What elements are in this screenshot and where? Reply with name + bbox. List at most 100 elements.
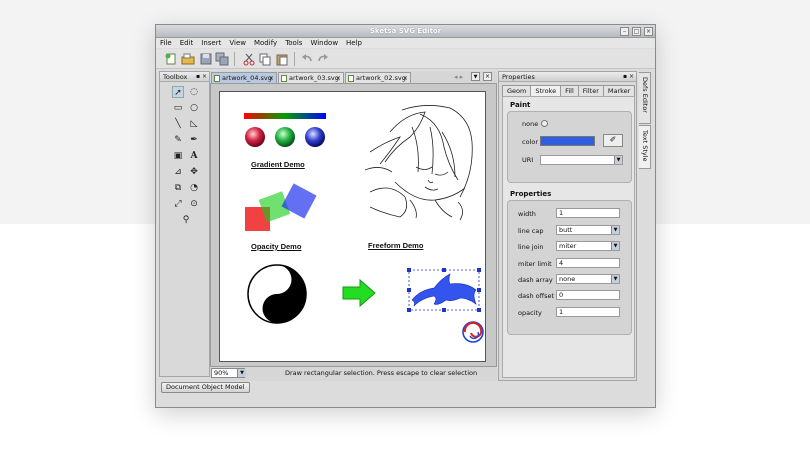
tab-stroke[interactable]: Stroke [530,85,562,96]
text-style-tab[interactable]: Text Style [639,125,651,169]
image-icon[interactable]: ▣ [172,150,184,162]
zoom-combo[interactable]: 90% ▼ [211,368,246,378]
gradient-bar[interactable] [244,113,326,119]
menu-insert[interactable]: Insert [197,38,225,47]
tab-geom[interactable]: Geom [502,85,532,96]
save-icon[interactable] [199,52,213,66]
main-toolbar [156,49,655,69]
eyedropper-icon[interactable]: ⊙ [188,198,200,210]
pencil-icon[interactable]: ✎ [172,134,184,146]
rotate-icon[interactable]: ◔ [188,182,200,194]
polyline-icon[interactable]: ◺ [188,118,200,130]
menu-tools[interactable]: Tools [281,38,306,47]
chevron-down-icon[interactable]: ▼ [614,156,622,164]
chevron-down-icon[interactable]: ▼ [611,242,619,250]
red-sphere[interactable] [245,127,265,147]
tab-list-button[interactable]: ▼ [471,72,480,81]
title-bar[interactable]: Sketsa SVG Editor – □ × [156,25,655,38]
close-tab-icon[interactable]: × [403,73,408,83]
green-sphere[interactable] [275,127,295,147]
tab-scroll-arrows[interactable]: ◂ ▸ [454,73,463,81]
line-cap-value: butt [559,226,573,234]
uri-combo[interactable]: ▼ [540,155,623,165]
chevron-down-icon[interactable]: ▼ [237,369,246,377]
menu-window[interactable]: Window [306,38,342,47]
tab-label: artwork_04.svg [222,74,272,82]
width-field[interactable]: 1 [556,208,620,218]
stroke-properties-group: width 1 line cap butt ▼ line join miter ▼ … [507,200,632,335]
ellipse-icon[interactable]: ○ [188,102,200,114]
save-all-icon[interactable] [215,52,229,66]
close-tab-icon[interactable]: × [336,73,341,83]
dash-array-combo[interactable]: none ▼ [556,274,620,284]
new-icon[interactable] [164,52,178,66]
opacity-label: opacity [518,309,542,317]
tab-artwork-04[interactable]: artwork_04.svg × [211,72,277,83]
menu-help[interactable]: Help [342,38,366,47]
properties-header: Properties ▪ × [499,72,636,82]
undo-icon[interactable] [300,52,314,66]
tab-marker[interactable]: Marker [602,85,636,96]
tab-artwork-03[interactable]: artwork_03.svg × [278,72,344,83]
menu-edit[interactable]: Edit [176,38,198,47]
none-label: none [522,120,539,128]
tab-close-all-button[interactable]: × [483,72,492,81]
canvas-viewport[interactable]: Gradient Demo Opacity Demo Freeform Demo [210,83,497,367]
line-icon[interactable]: ╲ [172,118,184,130]
close-tab-icon[interactable]: × [269,73,274,83]
line-join-combo[interactable]: miter ▼ [556,241,620,251]
properties-title: Properties [502,73,535,81]
chevron-down-icon[interactable]: ▼ [611,275,619,283]
cut-icon[interactable] [242,52,256,66]
menu-file[interactable]: File [156,38,176,47]
chevron-down-icon[interactable]: ▼ [611,226,619,234]
select-arrow-icon[interactable]: ➚ [172,86,184,98]
text-icon[interactable]: A [188,150,200,162]
move-icon[interactable]: ✥ [188,166,200,178]
yin-yang[interactable] [247,264,307,324]
defs-editor-tab[interactable]: Defs Editor [639,72,651,124]
toolbox-panel: Toolbox ▪ × ➚ ◌ ▭ ○ ╲ ◺ ✎ ✒ ▣ A ⊿ ✥ ⧉ ◔ ⤢… [159,71,210,377]
redo-icon[interactable] [316,52,330,66]
paint-group: none color ✐ URI ▼ [507,111,632,183]
menu-modify[interactable]: Modify [250,38,281,47]
transform-icon[interactable]: ⧉ [172,182,184,194]
rectangle-icon[interactable]: ▭ [172,102,184,114]
pen-icon[interactable]: ✒ [188,134,200,146]
miter-limit-label: miter limit [518,260,552,268]
miter-limit-field[interactable]: 4 [556,258,620,268]
dom-button[interactable]: Document Object Model [161,382,250,393]
blue-sphere[interactable] [305,127,325,147]
copy-icon[interactable] [258,52,272,66]
tab-filter[interactable]: Filter [577,85,604,96]
tab-artwork-02[interactable]: artwork_02.svg × [345,72,411,83]
paste-icon[interactable] [275,52,289,66]
panel-controls[interactable]: ▪ × [623,72,634,82]
zoom-value: 90% [214,369,229,377]
opacity-field[interactable]: 1 [556,307,620,317]
menu-view[interactable]: View [225,38,250,47]
open-icon[interactable] [181,52,195,66]
svg-page[interactable]: Gradient Demo Opacity Demo Freeform Demo [219,91,486,362]
none-radio[interactable] [541,120,548,127]
stroke-tab-content: Paint none color ✐ URI ▼ Properties widt… [502,96,635,378]
selected-dolphin[interactable] [407,268,481,312]
node-edit-icon[interactable]: ⊿ [172,166,184,178]
minimize-button[interactable]: – [620,27,629,36]
artwork-drawing[interactable] [220,92,487,363]
close-button[interactable]: × [644,27,653,36]
panel-controls[interactable]: ▪ × [196,72,207,82]
color-swatch[interactable] [540,136,595,146]
gradient-demo-label: Gradient Demo [251,160,305,169]
dash-offset-field[interactable]: 0 [556,290,620,300]
eyedropper-button[interactable]: ✐ [603,134,623,147]
green-arrow[interactable] [342,278,376,308]
freeform-character[interactable] [364,105,473,221]
lasso-icon[interactable]: ◌ [188,86,200,98]
line-cap-combo[interactable]: butt ▼ [556,225,620,235]
maximize-button[interactable]: □ [632,27,641,36]
tab-fill[interactable]: Fill [560,85,579,96]
zoom-icon[interactable]: ⚲ [180,214,192,226]
document-area: artwork_04.svg × artwork_03.svg × artwork_… [210,71,497,381]
gradient-icon[interactable]: ⤢ [172,198,184,210]
